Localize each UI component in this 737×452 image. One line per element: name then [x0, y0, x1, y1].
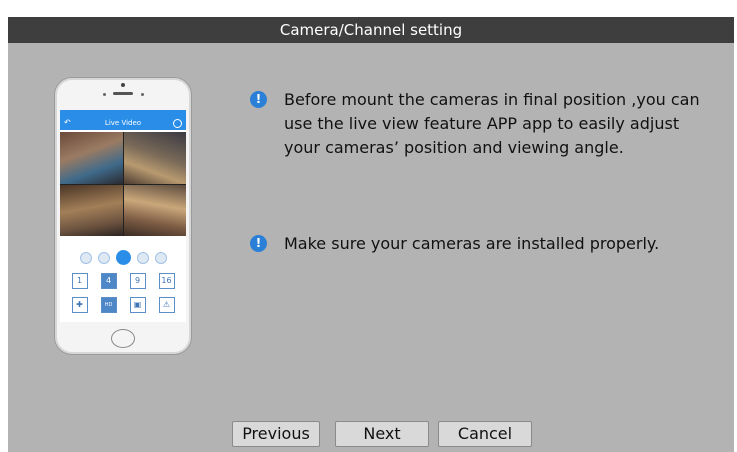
phone-app-title: Live Video — [104, 119, 142, 127]
video-grid — [60, 132, 186, 236]
info-message-1: ! Before mount the cameras in final posi… — [250, 88, 720, 160]
back-arrow-icon: ↶ — [64, 118, 71, 127]
hd-icon: HD — [100, 297, 117, 313]
cancel-button[interactable]: Cancel — [438, 421, 532, 447]
info-message-2: ! Make sure your cameras are installed p… — [250, 232, 720, 256]
info-message-text: Before mount the cameras in final positi… — [284, 90, 700, 157]
home-icon — [115, 250, 131, 265]
sensor-icon — [103, 93, 106, 96]
info-icon: ! — [250, 235, 267, 252]
previous-button[interactable]: Previous — [232, 421, 320, 447]
front-camera-icon — [121, 83, 125, 87]
phone-illustration: ↶ Live Video 1 4 9 16 ✚ HD ▣ ⚠ — [54, 77, 192, 355]
sensor-icon — [141, 93, 144, 96]
playback-icon — [154, 252, 167, 264]
phone-screen: ↶ Live Video 1 4 9 16 ✚ HD ▣ ⚠ — [60, 110, 186, 322]
settings-icon — [173, 119, 182, 128]
home-button-icon — [111, 329, 135, 348]
speaker-toggle-icon — [97, 252, 110, 264]
move-icon: ✚ — [71, 297, 88, 313]
split-4-button: 4 — [100, 273, 117, 289]
video-tile — [123, 184, 186, 236]
split-9-button: 9 — [129, 273, 146, 289]
playback-controls — [60, 250, 186, 265]
next-button[interactable]: Next — [335, 421, 429, 447]
info-icon: ! — [250, 91, 267, 108]
split-1-button: 1 — [71, 273, 88, 289]
snapshot-icon — [136, 252, 149, 264]
alarm-icon: ⚠ — [158, 297, 175, 313]
video-tile — [123, 132, 186, 184]
record-icon: ▣ — [129, 297, 146, 313]
video-tile — [60, 132, 123, 184]
window-title: Camera/Channel setting — [8, 17, 734, 43]
split-button-grid: 1 4 9 16 ✚ HD ▣ ⚠ — [60, 273, 186, 313]
video-tile — [60, 184, 123, 236]
setup-dialog: Camera/Channel setting ↶ Live Video 1 4 … — [8, 17, 734, 452]
split-16-button: 16 — [158, 273, 175, 289]
info-message-text: Make sure your cameras are installed pro… — [284, 234, 660, 253]
phone-app-bar: ↶ Live Video — [60, 116, 186, 130]
mic-icon — [79, 252, 92, 264]
speaker-icon — [113, 92, 133, 95]
